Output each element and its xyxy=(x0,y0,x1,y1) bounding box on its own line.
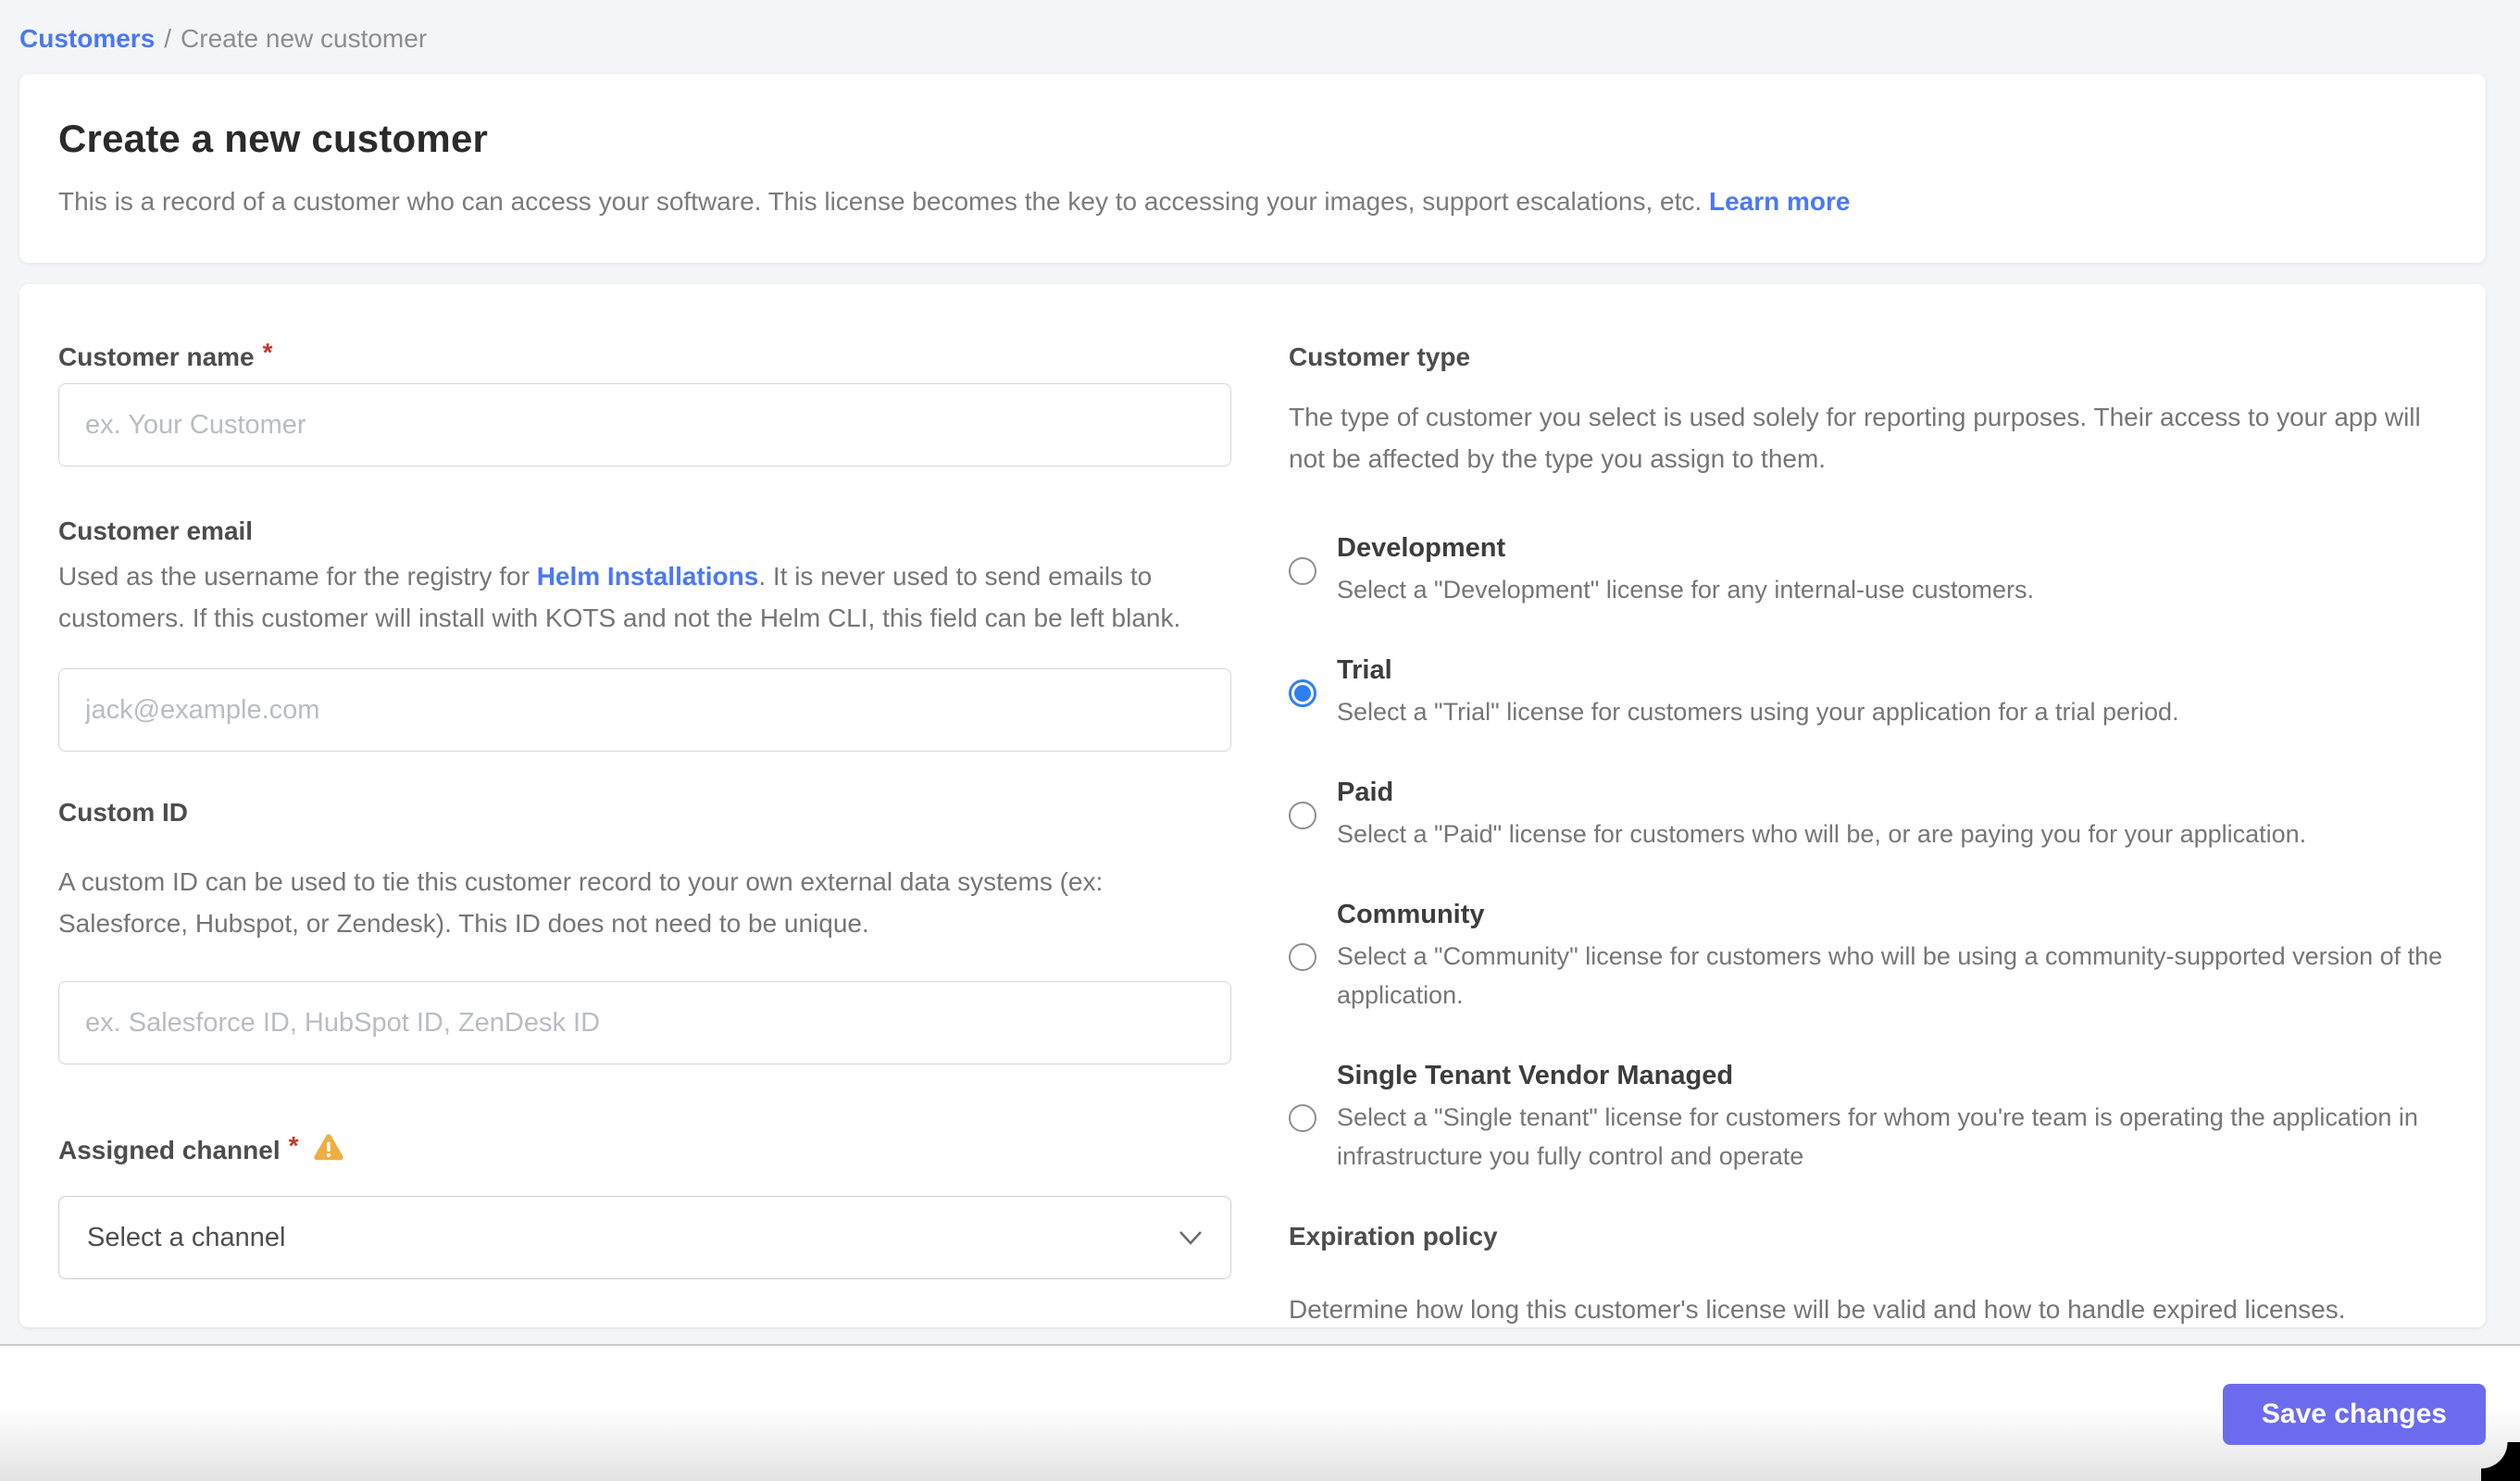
customer-name-label: Customer name* xyxy=(58,342,1231,372)
create-customer-page: Customers / Create new customer Create a n… xyxy=(0,0,2520,1481)
customer-type-option[interactable]: Trial Select a "Trial" license for custo… xyxy=(1289,655,2447,731)
customer-email-input[interactable] xyxy=(58,668,1231,752)
expiration-policy-description: Determine how long this customer's licen… xyxy=(1289,1288,2447,1327)
radio-option-description: Select a "Development" license for any i… xyxy=(1337,570,2034,609)
page-description-text: This is a record of a customer who can a… xyxy=(58,187,1709,216)
assigned-channel-selected-value: Select a channel xyxy=(87,1223,285,1253)
email-desc-before: Used as the username for the registry fo… xyxy=(58,562,537,591)
form-left-column: Customer name* Customer email Used as th… xyxy=(58,342,1231,1327)
required-asterisk: * xyxy=(289,1131,299,1160)
page-description: This is a record of a customer who can a… xyxy=(58,187,2447,217)
learn-more-link[interactable]: Learn more xyxy=(1709,187,1851,216)
chevron-down-icon xyxy=(1179,1230,1203,1246)
page-footer: Save changes xyxy=(0,1344,2520,1481)
radio-option-description: Select a "Community" license for custome… xyxy=(1337,937,2447,1014)
breadcrumb-current: Create new customer xyxy=(181,24,427,53)
radio-option-label: Trial xyxy=(1337,655,2179,686)
page-header-card: Create a new customer This is a record o… xyxy=(19,74,2486,263)
breadcrumb: Customers / Create new customer xyxy=(0,0,2520,54)
assigned-channel-label-text: Assigned channel xyxy=(58,1136,281,1164)
customer-email-label: Customer email xyxy=(58,516,1231,546)
customer-type-options: Development Select a "Development" licen… xyxy=(1289,533,2447,1176)
radio-option-text: Single Tenant Vendor Managed Select a "S… xyxy=(1337,1061,2447,1176)
customer-type-option[interactable]: Single Tenant Vendor Managed Select a "S… xyxy=(1289,1061,2447,1176)
radio-option-label: Single Tenant Vendor Managed xyxy=(1337,1061,2447,1091)
customer-email-description: Used as the username for the registry fo… xyxy=(58,555,1231,639)
custom-id-description: A custom ID can be used to tie this cust… xyxy=(58,861,1231,944)
customer-type-option[interactable]: Development Select a "Development" licen… xyxy=(1289,533,2447,609)
radio-option-text: Trial Select a "Trial" license for custo… xyxy=(1337,655,2179,731)
radio-option-description: Select a "Trial" license for customers u… xyxy=(1337,692,2179,731)
radio-option-description: Select a "Single tenant" license for cus… xyxy=(1337,1098,2447,1176)
customer-type-option[interactable]: Community Select a "Community" license f… xyxy=(1289,900,2447,1014)
assigned-channel-select[interactable]: Select a channel xyxy=(58,1196,1231,1279)
radio-button[interactable] xyxy=(1289,679,1316,707)
assigned-channel-label: Assigned channel * xyxy=(58,1133,1231,1165)
warning-triangle-icon xyxy=(312,1133,345,1163)
custom-id-label: Custom ID xyxy=(58,798,1231,828)
helm-installations-link[interactable]: Helm Installations xyxy=(537,562,759,591)
radio-option-description: Select a "Paid" license for customers wh… xyxy=(1337,815,2306,853)
radio-option-label: Community xyxy=(1337,900,2447,930)
radio-option-label: Paid xyxy=(1337,778,2306,808)
customer-name-input[interactable] xyxy=(58,383,1231,467)
customer-type-option[interactable]: Paid Select a "Paid" license for custome… xyxy=(1289,778,2447,853)
radio-option-text: Development Select a "Development" licen… xyxy=(1337,533,2034,609)
customer-type-description: The type of customer you select is used … xyxy=(1289,396,2441,479)
radio-button[interactable] xyxy=(1289,943,1316,971)
radio-option-text: Community Select a "Community" license f… xyxy=(1337,900,2447,1014)
radio-button[interactable] xyxy=(1289,802,1316,829)
form-right-column: Customer type The type of customer you s… xyxy=(1289,342,2447,1327)
customer-name-label-text: Customer name xyxy=(58,342,255,371)
expiration-policy-label: Expiration policy xyxy=(1289,1222,2447,1251)
radio-option-text: Paid Select a "Paid" license for custome… xyxy=(1337,778,2306,853)
breadcrumb-customers-link[interactable]: Customers xyxy=(19,24,155,53)
save-changes-button[interactable]: Save changes xyxy=(2223,1384,2486,1445)
radio-option-label: Development xyxy=(1337,533,2034,564)
radio-button[interactable] xyxy=(1289,557,1316,585)
page-title: Create a new customer xyxy=(58,117,2447,161)
breadcrumb-separator: / xyxy=(164,24,171,53)
customer-form-card: Customer name* Customer email Used as th… xyxy=(19,284,2486,1327)
required-asterisk: * xyxy=(263,338,273,367)
customer-type-label: Customer type xyxy=(1289,342,2447,372)
custom-id-input[interactable] xyxy=(58,981,1231,1064)
screen-corner-decoration xyxy=(2481,1442,2520,1481)
radio-button[interactable] xyxy=(1289,1104,1316,1132)
